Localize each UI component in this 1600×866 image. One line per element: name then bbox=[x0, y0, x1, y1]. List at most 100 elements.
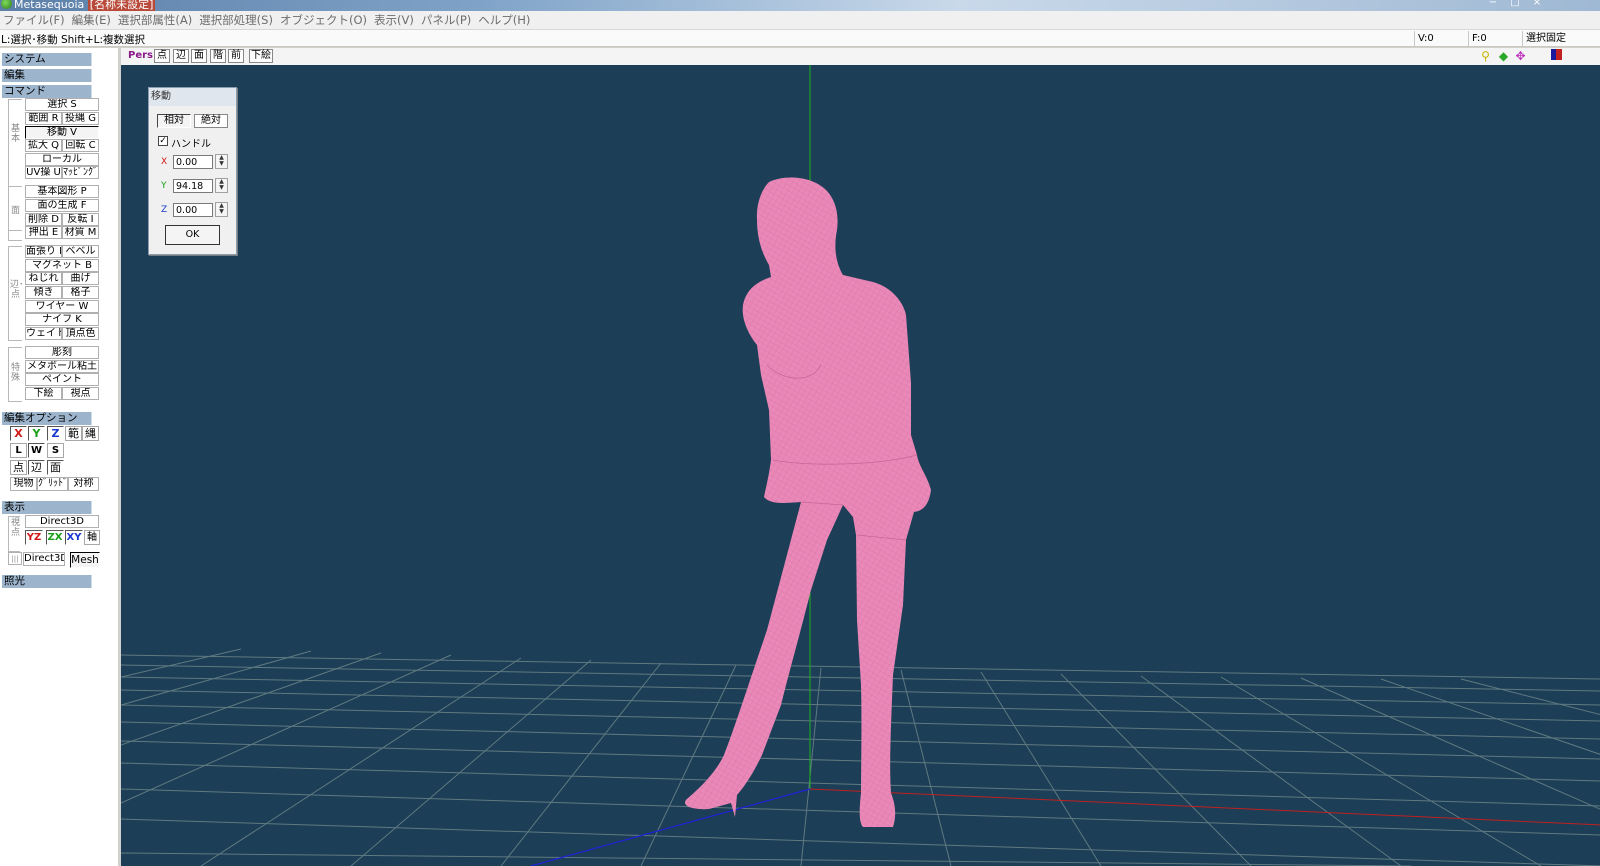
menu-file[interactable]: ファイル(F) bbox=[0, 12, 69, 28]
edge-toggle[interactable]: 辺 bbox=[28, 460, 45, 475]
section-edit[interactable]: 編集 bbox=[2, 69, 106, 82]
face-stretch-button[interactable]: 面張り H bbox=[25, 245, 62, 258]
move-button[interactable]: 移動 V bbox=[25, 126, 99, 139]
absolute-mode-button[interactable]: 絶対 bbox=[194, 114, 228, 128]
menu-panel[interactable]: パネル(P) bbox=[418, 12, 475, 28]
perspective-mode-button[interactable]: Pers bbox=[128, 50, 153, 61]
current-object-toggle[interactable]: 現物 bbox=[10, 477, 37, 491]
3d-viewport[interactable]: Pers 点 辺 面 階 前 下絵 ⚲ ◆ ✥ bbox=[119, 48, 1600, 866]
menu-selection-process[interactable]: 選択部処理(S) bbox=[196, 12, 277, 28]
section-edit-options[interactable]: 編集オプション bbox=[2, 412, 106, 425]
minimize-button[interactable]: − bbox=[1484, 0, 1502, 8]
ok-button[interactable]: OK bbox=[165, 225, 220, 245]
y-spinner[interactable]: ▲ ▼ bbox=[215, 178, 228, 193]
direct3d-render-button[interactable]: Direct3D bbox=[23, 552, 65, 566]
uv-button[interactable]: UV操 U bbox=[25, 166, 62, 179]
z-value-input[interactable] bbox=[173, 203, 213, 217]
character-mesh[interactable] bbox=[685, 177, 931, 827]
menu-object[interactable]: オブジェクト(O) bbox=[277, 12, 371, 28]
show-vertices-button[interactable]: 点 bbox=[154, 49, 170, 63]
scene-canvas[interactable] bbox=[121, 65, 1600, 866]
menu-view[interactable]: 表示(V) bbox=[371, 12, 418, 28]
wire-button[interactable]: ワイヤー W bbox=[25, 300, 99, 313]
zoom-icon[interactable]: ⚲ bbox=[1478, 49, 1493, 64]
mesh-toggle[interactable]: Mesh bbox=[70, 552, 100, 568]
magnet-button[interactable]: マグネット B bbox=[25, 259, 99, 272]
extrude-button[interactable]: 押出 E bbox=[25, 226, 62, 239]
scale-button[interactable]: 拡大 Q bbox=[25, 139, 62, 152]
show-hidden-button[interactable]: 階 bbox=[210, 49, 226, 63]
direct3d-view-button[interactable]: Direct3D bbox=[25, 515, 99, 528]
pan-icon[interactable]: ✥ bbox=[1513, 49, 1528, 64]
section-display[interactable]: 表示 bbox=[2, 501, 106, 514]
underlay-button[interactable]: 下絵 bbox=[25, 387, 62, 400]
axis-z-toggle[interactable]: Z bbox=[47, 426, 64, 441]
range-button[interactable]: 範囲 R bbox=[25, 112, 62, 125]
mapping-button[interactable]: ﾏｯﾋﾟﾝｸﾞ bbox=[62, 166, 99, 179]
x-label: X bbox=[161, 157, 168, 167]
color-icon[interactable] bbox=[1549, 49, 1564, 64]
world-w-toggle[interactable]: W bbox=[28, 443, 45, 458]
viewpoint-button[interactable]: 視点 bbox=[62, 387, 99, 400]
x-spinner[interactable]: ▲ ▼ bbox=[215, 154, 228, 169]
z-spinner[interactable]: ▲ ▼ bbox=[215, 202, 228, 217]
range-toggle[interactable]: 範 bbox=[65, 426, 82, 441]
underlay-view-button[interactable]: 下絵 bbox=[249, 49, 273, 63]
face-toggle[interactable]: 面 bbox=[47, 460, 64, 475]
delete-button[interactable]: 削除 D bbox=[25, 213, 62, 226]
symmetry-toggle[interactable]: 対称 bbox=[68, 477, 99, 491]
grid-toggle[interactable]: ｸﾞﾘｯﾄﾞ bbox=[37, 477, 68, 491]
rotate-icon[interactable]: ◆ bbox=[1496, 49, 1511, 64]
close-button[interactable]: × bbox=[1528, 0, 1546, 8]
section-system[interactable]: システム bbox=[2, 53, 106, 66]
section-lighting[interactable]: 照光 bbox=[2, 575, 106, 588]
metaball-button[interactable]: メタボール粘土 bbox=[25, 360, 99, 373]
front-view-button[interactable]: 前 bbox=[228, 49, 244, 63]
y-value-input[interactable] bbox=[173, 179, 213, 193]
vertex-color-button[interactable]: 頂点色 bbox=[62, 327, 99, 340]
layout-toggle[interactable]: ||| bbox=[8, 552, 22, 565]
primitive-button[interactable]: 基本図形 P bbox=[25, 185, 99, 198]
axis-y-toggle[interactable]: Y bbox=[28, 426, 45, 441]
local-button[interactable]: ローカル bbox=[25, 153, 99, 166]
show-edges-button[interactable]: 辺 bbox=[173, 49, 189, 63]
view-xy-button[interactable]: XY bbox=[65, 530, 83, 545]
z-axis-line bbox=[530, 788, 811, 866]
menu-edit[interactable]: 編集(E) bbox=[69, 12, 115, 28]
menu-selection-attributes[interactable]: 選択部属性(A) bbox=[115, 12, 196, 28]
lattice-button[interactable]: 格子 bbox=[62, 286, 99, 299]
z-label: Z bbox=[161, 205, 168, 215]
sculpt-button[interactable]: 彫刻 bbox=[25, 346, 99, 359]
select-button[interactable]: 選択 S bbox=[25, 98, 99, 111]
menu-help[interactable]: ヘルプ(H) bbox=[475, 12, 534, 28]
lasso-toggle[interactable]: 縄 bbox=[82, 426, 99, 441]
bevel-button[interactable]: ベベル bbox=[62, 245, 99, 258]
x-value-input[interactable] bbox=[173, 155, 213, 169]
selection-lock-button[interactable]: 選択固定 bbox=[1522, 31, 1600, 46]
paint-button[interactable]: ペイント bbox=[25, 373, 99, 386]
face-generate-button[interactable]: 面の生成 F bbox=[25, 199, 99, 212]
group-special-label: 特殊 bbox=[10, 363, 20, 383]
relative-mode-button[interactable]: 相対 bbox=[157, 114, 191, 128]
flip-button[interactable]: 反転 I bbox=[62, 213, 99, 226]
knife-button[interactable]: ナイフ K bbox=[25, 313, 99, 326]
tilt-button[interactable]: 傾き bbox=[25, 286, 62, 299]
material-button[interactable]: 材質 M bbox=[62, 226, 99, 239]
move-dialog: 移動 相対 絶対 ✓ ハンドル X ▲▼ Y ▲▼ Z ▲▼ OK bbox=[148, 87, 237, 255]
axis-x-toggle[interactable]: X bbox=[10, 426, 27, 441]
maximize-button[interactable]: □ bbox=[1506, 0, 1524, 8]
lasso-button[interactable]: 投縄 G bbox=[62, 112, 99, 125]
rotate-button[interactable]: 回転 C bbox=[62, 139, 99, 152]
bend-button[interactable]: 曲げ bbox=[62, 272, 99, 285]
show-faces-button[interactable]: 面 bbox=[191, 49, 207, 63]
weight-button[interactable]: ウェイト bbox=[25, 327, 62, 340]
local-l-toggle[interactable]: L bbox=[10, 443, 27, 458]
view-zx-button[interactable]: ZX bbox=[46, 530, 64, 545]
twist-button[interactable]: ねじれ bbox=[25, 272, 62, 285]
view-yz-button[interactable]: YZ bbox=[25, 530, 43, 545]
screen-s-toggle[interactable]: S bbox=[47, 443, 64, 458]
handle-checkbox[interactable]: ✓ bbox=[158, 136, 168, 146]
axis-toggle[interactable]: 軸 bbox=[84, 530, 100, 545]
section-command[interactable]: コマンド bbox=[2, 85, 106, 98]
vertex-toggle[interactable]: 点 bbox=[10, 460, 27, 475]
